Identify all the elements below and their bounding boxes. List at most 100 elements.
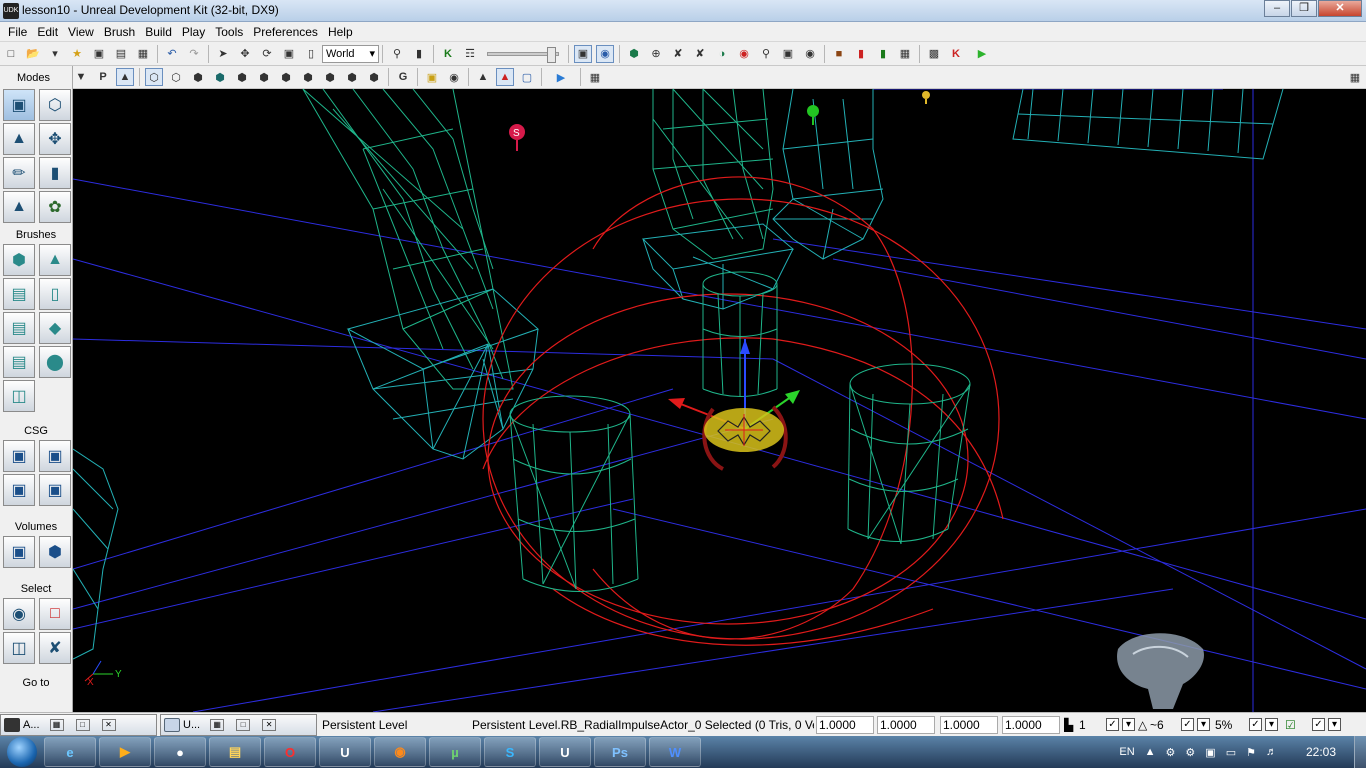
volumetric-brush-icon[interactable]: ◫ (3, 380, 35, 412)
scale-snap-checkbox[interactable]: ✓ (1249, 718, 1262, 731)
maximize-button[interactable]: ❒ (1291, 0, 1317, 17)
landscape-icon[interactable]: ▲ (3, 191, 35, 223)
scene-manager-icon[interactable]: ▦ (896, 45, 914, 63)
build-lighting-icon[interactable]: ⊕ (647, 45, 665, 63)
menu-help[interactable]: Help (323, 25, 358, 39)
play-on-pc-icon[interactable]: ▩ (925, 45, 943, 63)
menu-tools[interactable]: Tools (210, 25, 248, 39)
lighting-only-icon[interactable]: ⬢ (255, 68, 273, 86)
surface-icon[interactable]: ▣ (779, 45, 797, 63)
build-cover-icon[interactable]: ✘ (691, 45, 709, 63)
unlit-icon[interactable]: ⬢ (189, 68, 207, 86)
kismet-debug-icon[interactable]: K (947, 45, 965, 63)
maximize-viewport-icon[interactable]: ▦ (586, 68, 604, 86)
restore-icon[interactable]: ▦ (49, 719, 64, 731)
wireframe-icon[interactable]: ⬡ (145, 68, 163, 86)
minimized-window-2[interactable]: U... ▦ □ ✕ (160, 714, 317, 736)
language-indicator[interactable]: EN (1119, 746, 1134, 758)
matinee-icon[interactable]: ☶ (461, 45, 479, 63)
open-dropdown-icon[interactable]: ▾ (46, 45, 64, 63)
light-map-icon[interactable]: ⬢ (365, 68, 383, 86)
build-paths-icon[interactable]: ✘ (669, 45, 687, 63)
game-view-g-icon[interactable]: G (394, 68, 412, 86)
redo-icon[interactable]: ↷ (185, 45, 203, 63)
taskbar-word[interactable]: W (649, 737, 701, 767)
camera-speed-icon[interactable]: ▲ (474, 68, 492, 86)
udk-app-icon[interactable]: UDK (3, 3, 19, 19)
realtime-audio-checkbox[interactable]: ✓ (1312, 718, 1325, 731)
restore-icon[interactable]: ▦ (210, 719, 225, 731)
csg-subtract-icon[interactable]: ▣ (39, 440, 71, 472)
menu-file[interactable]: File (3, 25, 32, 39)
light-complexity-icon[interactable]: ⬢ (277, 68, 295, 86)
taskbar-photoshop[interactable]: Ps (594, 737, 646, 767)
realtime-icon[interactable]: ▣ (574, 44, 592, 63)
linear-stairs-icon[interactable]: ▤ (3, 278, 35, 310)
scale-icon[interactable]: ▣ (280, 45, 298, 63)
favorites-icon[interactable]: ★ (68, 45, 86, 63)
texture-density-icon[interactable]: ⬢ (299, 68, 317, 86)
restore-viewport-icon[interactable]: ▦ (1346, 68, 1364, 86)
save-all-icon[interactable]: ▤ (112, 45, 130, 63)
lock-viewport-icon[interactable]: ▲ (116, 68, 134, 86)
new-icon[interactable]: □ (2, 45, 20, 63)
menu-preferences[interactable]: Preferences (248, 25, 323, 39)
clock-time[interactable]: 22:03 (1306, 745, 1336, 759)
sheet-brush-icon[interactable]: ◆ (39, 312, 71, 344)
minimize-button[interactable]: – (1264, 0, 1290, 17)
taskbar-udk-2[interactable]: U (539, 737, 591, 767)
game-view-icon[interactable]: ◉ (596, 44, 614, 63)
build-geometry-icon[interactable]: ⬢ (625, 45, 643, 63)
taskbar-skype[interactable]: S (484, 737, 536, 767)
distance-slider[interactable] (487, 46, 559, 63)
cylinder-brush-icon[interactable]: ▯ (39, 278, 71, 310)
shader-complexity-icon[interactable]: ⬢ (321, 68, 339, 86)
hide-selected-icon[interactable]: □ (39, 598, 71, 630)
minimized-window-1[interactable]: A... ▦ □ ✕ (0, 714, 157, 736)
menu-play[interactable]: Play (177, 25, 210, 39)
add-volume-icon[interactable]: ▣ (3, 536, 35, 568)
select-tool-icon[interactable]: ✘ (39, 632, 71, 664)
network-signal-icon[interactable]: ▭ (1226, 746, 1236, 759)
maximize-icon[interactable]: □ (236, 719, 251, 731)
level-browser-icon[interactable]: ▮ (874, 45, 892, 63)
coord-system-dropdown[interactable]: World ▾ (322, 44, 379, 63)
taskbar-explorer[interactable]: ▤ (209, 737, 261, 767)
grid-size-dropdown[interactable]: ▾ (1122, 718, 1135, 731)
scale-snap-dropdown[interactable]: ▾ (1265, 718, 1278, 731)
show-desktop-button[interactable] (1354, 736, 1366, 768)
current-level[interactable]: Persistent Level (322, 716, 468, 734)
camera-icon[interactable]: ▣ (3, 89, 35, 121)
rotate-icon[interactable]: ⟳ (258, 45, 276, 63)
search-icon[interactable]: ⚲ (388, 45, 406, 63)
chevron-down-icon[interactable]: ▼ (72, 68, 90, 86)
lit-icon[interactable]: ⬢ (211, 68, 229, 86)
taskbar-game[interactable]: ● (154, 737, 206, 767)
cube-brush-icon[interactable]: ⬢ (3, 244, 35, 276)
menu-view[interactable]: View (63, 25, 99, 39)
menu-build[interactable]: Build (140, 25, 177, 39)
spiral-stairs-icon[interactable]: ▤ (3, 346, 35, 378)
csg-add-icon[interactable]: ▣ (3, 440, 35, 472)
start-button[interactable] (0, 736, 44, 768)
select-arrow-icon[interactable]: ➤ (214, 45, 232, 63)
realtime-preview-icon[interactable]: ▲ (496, 68, 514, 86)
cube-icon[interactable]: ⬡ (39, 89, 71, 121)
csg-deintersect-icon[interactable]: ▣ (39, 474, 71, 506)
non-uniform-scale-icon[interactable]: ▯ (302, 45, 320, 63)
taskbar-ie[interactable]: e (44, 737, 96, 767)
maximize-icon[interactable]: □ (75, 719, 90, 731)
lighting-icon[interactable]: ◉ (735, 45, 753, 63)
close-icon[interactable]: ✕ (101, 719, 116, 731)
save-current-icon[interactable]: ▦ (134, 45, 152, 63)
play-in-editor-icon[interactable]: ▶ (969, 45, 995, 63)
terrain-icon[interactable]: ▲ (3, 123, 35, 155)
grid-snap-checkbox[interactable]: ✓ (1106, 718, 1119, 731)
transform-gizmo[interactable] (668, 339, 800, 471)
rotation-snap-checkbox[interactable]: ✓ (1181, 718, 1194, 731)
undo-icon[interactable]: ↶ (163, 45, 181, 63)
view-mode-icon[interactable]: ▢ (518, 68, 536, 86)
save-icon[interactable]: ▣ (90, 45, 108, 63)
menu-edit[interactable]: Edit (32, 25, 63, 39)
detail-lighting-icon[interactable]: ⬢ (233, 68, 251, 86)
